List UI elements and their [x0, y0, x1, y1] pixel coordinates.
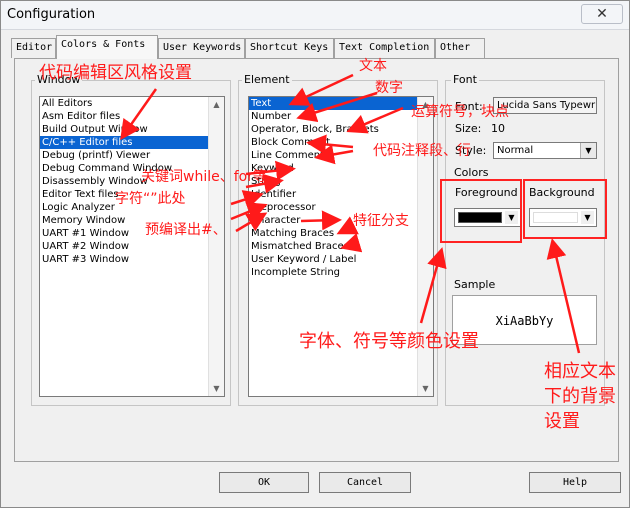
element-list-item[interactable]: Mismatched Braces — [249, 240, 433, 253]
annotation-character: 特征分支 — [353, 213, 409, 229]
style-value: Normal — [497, 145, 534, 156]
background-highlight-box — [523, 179, 607, 239]
element-list-item[interactable]: Identifier — [249, 188, 433, 201]
tab-other[interactable]: Other — [435, 38, 485, 58]
annotation-background: 相应文本下的背景设置 — [544, 361, 616, 432]
element-list-item[interactable]: String — [249, 175, 433, 188]
cancel-button[interactable]: Cancel — [319, 472, 411, 493]
size-value: 10 — [491, 122, 505, 135]
sample-group-label: Sample — [452, 278, 498, 291]
annotation-keyword: 关键词while、for等 — [141, 169, 267, 185]
tab-colors-fonts[interactable]: Colors & Fonts — [56, 35, 158, 59]
window-title: Configuration — [7, 7, 96, 22]
annotation-string: 字符“”此处 — [115, 191, 186, 207]
scroll-up-icon[interactable]: ▲ — [209, 97, 224, 112]
title-bar: Configuration ✕ — [1, 1, 629, 30]
element-list-item[interactable]: User Keyword / Label — [249, 253, 433, 266]
foreground-highlight-box — [440, 179, 522, 243]
window-list-item[interactable]: Debug (printf) Viewer — [40, 149, 224, 162]
window-list-item[interactable]: C/C++ Editor files — [40, 136, 224, 149]
tab-editor[interactable]: Editor — [11, 38, 56, 58]
window-list-item[interactable]: UART #3 Window — [40, 253, 224, 266]
scroll-down-icon[interactable]: ▼ — [418, 381, 433, 396]
configuration-dialog: Configuration ✕ Editor Colors & Fonts Us… — [0, 0, 630, 508]
colors-group-label: Colors — [452, 166, 491, 179]
annotation-font-color: 字体、符号等颜色设置 — [299, 331, 479, 352]
element-group-label: Element — [242, 73, 292, 86]
element-list-item[interactable]: Keyword — [249, 162, 433, 175]
element-list-item[interactable]: Operator, Block, Brackets — [249, 123, 433, 136]
sample-text: XiAaBbYy — [495, 314, 554, 328]
window-list-item[interactable]: UART #2 Window — [40, 240, 224, 253]
annotation-style-area: 代码编辑区风格设置 — [39, 63, 192, 83]
tab-user-keywords[interactable]: User Keywords — [158, 38, 245, 58]
annotation-preprocessor: 预编译出#、 — [145, 222, 227, 238]
scroll-down-icon[interactable]: ▼ — [209, 381, 224, 396]
element-list-item[interactable]: Text — [249, 97, 433, 110]
annotation-text: 文本 — [359, 58, 387, 74]
window-list-item[interactable]: Build Output Window — [40, 123, 224, 136]
size-label: Size: — [455, 122, 482, 135]
tab-shortcut-keys[interactable]: Shortcut Keys — [245, 38, 334, 58]
annotation-number: 数字 — [375, 80, 403, 96]
chevron-down-icon[interactable]: ▼ — [580, 143, 596, 158]
annotation-comment: 代码注释段、行 — [373, 143, 471, 159]
element-list-item[interactable]: Number — [249, 110, 433, 123]
element-list-item[interactable]: Incomplete String — [249, 266, 433, 279]
window-listbox[interactable]: All Editors Asm Editor files Build Output … — [39, 96, 225, 397]
close-button[interactable]: ✕ — [581, 4, 623, 24]
window-list-item[interactable]: Asm Editor files — [40, 110, 224, 123]
help-button[interactable]: Help — [529, 472, 621, 493]
annotation-operator: 运算符号，块点 — [411, 104, 509, 120]
font-group-label: Font — [451, 73, 479, 86]
ok-button[interactable]: OK — [219, 472, 309, 493]
style-select[interactable]: Normal ▼ — [493, 142, 597, 159]
window-list-scrollbar[interactable]: ▲ ▼ — [208, 97, 224, 396]
window-list-item[interactable]: All Editors — [40, 97, 224, 110]
